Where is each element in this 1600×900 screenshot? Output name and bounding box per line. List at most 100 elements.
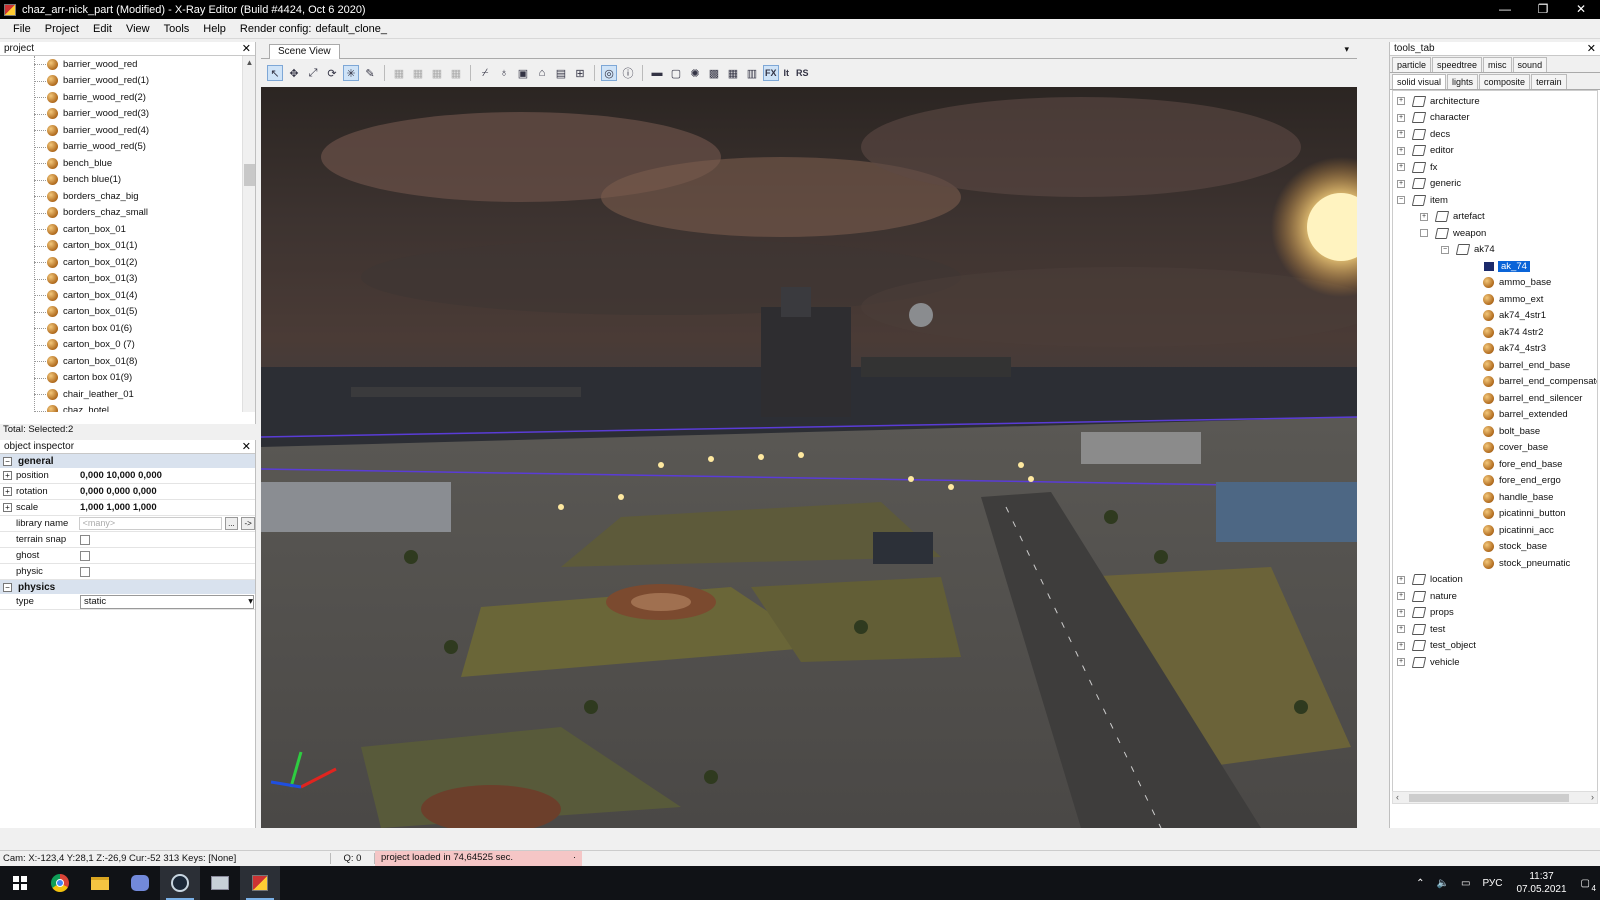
scroll-left-icon[interactable]: ‹ <box>1396 792 1399 802</box>
select-tool-icon[interactable]: ↖ <box>267 65 283 81</box>
tree-item[interactable]: barrier_wood_red(4) <box>0 122 242 139</box>
tree-object[interactable]: barrel_end_silencer <box>1483 390 1582 406</box>
menu-edit[interactable]: Edit <box>86 23 119 35</box>
tree-item[interactable]: barrier_wood_red <box>0 56 242 73</box>
tree-item[interactable]: carton_box_01(3) <box>0 271 242 288</box>
tree-item[interactable]: carton box 01(9) <box>0 370 242 387</box>
grid-icon[interactable]: ▩ <box>706 65 722 81</box>
tree-item[interactable]: carton_box_01(8) <box>0 353 242 370</box>
tree-item[interactable]: bench_blue <box>0 155 242 172</box>
restore-button[interactable]: ❐ <box>1524 0 1562 19</box>
tree-object[interactable]: ak74 4str2 <box>1483 324 1543 340</box>
library-name-field[interactable]: <many> <box>78 517 222 530</box>
expand-icon[interactable]: + <box>1397 146 1405 155</box>
scale-snap-icon[interactable]: ▦ <box>448 65 464 81</box>
physic-checkbox[interactable] <box>80 566 90 577</box>
globe-icon[interactable]: ◎ <box>601 65 617 81</box>
paint-icon[interactable]: ⌂ <box>534 65 550 81</box>
table-icon[interactable]: ▦ <box>725 65 741 81</box>
tab-solid-visual[interactable]: solid visual <box>1392 74 1447 89</box>
tree-object[interactable]: fore_end_base <box>1483 456 1562 472</box>
tree-object[interactable]: cover_base <box>1483 440 1548 456</box>
scroll-thumb[interactable] <box>244 164 255 186</box>
lt-toggle-button[interactable]: It <box>782 65 792 81</box>
collapse-icon[interactable] <box>1420 229 1428 237</box>
tree-object[interactable]: fore_end_ergo <box>1483 473 1561 489</box>
library-go-button[interactable]: -> <box>241 517 255 530</box>
scale-row[interactable]: + scale 1,000 1,000 1,000 <box>0 500 255 516</box>
tab-composite[interactable]: composite <box>1479 74 1531 89</box>
tree-item[interactable]: carton_box_0 (7) <box>0 337 242 354</box>
tab-lights[interactable]: lights <box>1447 74 1479 89</box>
scroll-right-icon[interactable]: › <box>1591 792 1594 802</box>
settings-icon[interactable]: ✺ <box>687 65 703 81</box>
tools-close-icon[interactable]: ✕ <box>1587 42 1596 55</box>
start-button[interactable] <box>0 866 40 900</box>
tree-object[interactable]: bolt_base <box>1483 423 1540 439</box>
tree-folder[interactable]: + props <box>1397 605 1454 621</box>
expand-icon[interactable]: + <box>3 471 12 480</box>
taskbar-discord[interactable] <box>120 866 160 900</box>
tree-object[interactable]: barrel_end_compensato <box>1483 374 1597 390</box>
tree-item[interactable]: barrie_wood_red(2) <box>0 89 242 106</box>
tree-folder[interactable]: + nature <box>1397 588 1457 604</box>
tree-object[interactable]: stock_base <box>1483 539 1547 555</box>
taskbar-xray-editor[interactable] <box>240 866 280 900</box>
clock[interactable]: 11:37 07.05.2021 <box>1516 870 1566 896</box>
brush-icon[interactable]: ⌿ <box>477 65 493 81</box>
stats-icon[interactable]: ▥ <box>744 65 760 81</box>
menu-file[interactable]: File <box>6 23 38 35</box>
tree-object[interactable]: barrel_end_base <box>1483 357 1570 373</box>
rotation-row[interactable]: + rotation 0,000 0,000 0,000 <box>0 484 255 500</box>
collapse-icon[interactable]: − <box>3 456 12 466</box>
tab-scene-view[interactable]: Scene View <box>269 44 340 59</box>
rotation-value[interactable]: 0,000 0,000 0,000 <box>80 486 157 497</box>
menu-view[interactable]: View <box>119 23 157 35</box>
taskbar-steam[interactable] <box>160 866 200 900</box>
tab-speedtree[interactable]: speedtree <box>1432 57 1483 72</box>
render-icon[interactable]: ▬ <box>649 65 665 81</box>
section-physics[interactable]: − physics <box>0 580 255 594</box>
scroll-thumb[interactable] <box>1409 794 1569 802</box>
expand-icon[interactable]: + <box>3 503 12 512</box>
expand-icon[interactable]: + <box>1397 163 1405 171</box>
tree-item[interactable]: carton_box_01(5) <box>0 304 242 321</box>
menu-tools[interactable]: Tools <box>157 23 197 35</box>
move-tool-icon[interactable]: ✥ <box>286 65 302 81</box>
taskbar-chrome[interactable] <box>40 866 80 900</box>
expand-icon[interactable]: + <box>1397 592 1405 600</box>
tree-item[interactable]: carton box 01(6) <box>0 320 242 337</box>
taskbar-app[interactable] <box>200 866 240 900</box>
keyboard-language[interactable]: РУС <box>1482 878 1502 889</box>
scale-tool-icon[interactable]: ⤢ <box>305 65 321 81</box>
expand-icon[interactable]: + <box>1397 658 1405 666</box>
info-icon[interactable]: ⓘ <box>620 65 636 81</box>
light-bulb-icon[interactable]: ♁ <box>496 65 512 81</box>
tree-folder[interactable]: + architecture <box>1397 93 1480 109</box>
tree-object[interactable]: picatinni_button <box>1483 506 1566 522</box>
inspector-close-icon[interactable]: ✕ <box>242 440 251 453</box>
pick-tool-icon[interactable]: ✎ <box>362 65 378 81</box>
expand-icon[interactable]: + <box>3 487 12 496</box>
tab-particle[interactable]: particle <box>1392 57 1432 72</box>
tree-item[interactable]: carton_box_01(1) <box>0 238 242 255</box>
tree-object[interactable]: handle_base <box>1483 489 1553 505</box>
tree-folder[interactable]: + character <box>1397 110 1470 126</box>
expand-icon[interactable]: + <box>1397 113 1405 122</box>
tree-item[interactable]: borders_chaz_small <box>0 205 242 222</box>
tree-item[interactable]: barrier_wood_red(1) <box>0 73 242 90</box>
rs-toggle-button[interactable]: RS <box>794 65 811 81</box>
expand-icon[interactable]: + <box>1397 641 1405 650</box>
tree-folder[interactable]: + editor <box>1397 143 1454 159</box>
terrain-snap-checkbox[interactable] <box>80 534 90 545</box>
tree-folder[interactable]: + decs <box>1397 126 1450 142</box>
expand-icon[interactable]: + <box>1397 97 1405 105</box>
ghost-checkbox[interactable] <box>80 550 90 561</box>
tree-item[interactable]: carton_box_01(4) <box>0 287 242 304</box>
project-scrollbar[interactable]: ▲ <box>242 56 255 412</box>
type-select[interactable]: static ▾ <box>80 594 254 609</box>
snap-tool-icon[interactable]: ✳ <box>343 65 359 81</box>
tree-folder[interactable]: + test_object <box>1397 638 1476 654</box>
menu-project[interactable]: Project <box>38 23 86 35</box>
scene-dropdown-icon[interactable]: ▾ <box>1344 44 1349 55</box>
